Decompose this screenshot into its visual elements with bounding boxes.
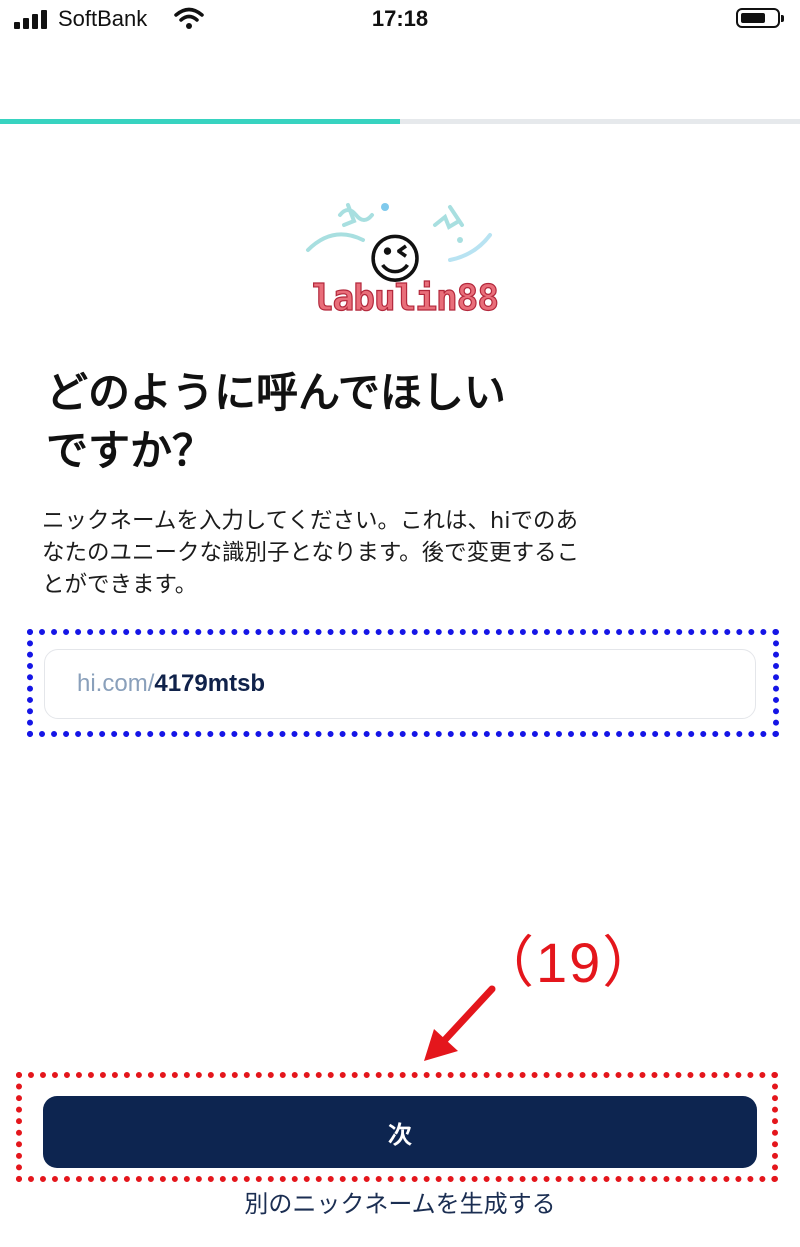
description-line3: とができます。 <box>42 572 198 598</box>
page-title-line2: ですか？ <box>46 426 215 475</box>
page-title-line1: どのように呼んでほしい <box>46 368 506 417</box>
description-line1: ニックネームを入力してください。これは、hiでのあ <box>42 508 578 534</box>
arrow-icon <box>424 985 496 1061</box>
url-prefix: hi.com/ <box>77 670 155 697</box>
next-button[interactable]: 次 <box>43 1096 757 1168</box>
page-title: どのように呼んでほしい ですか？ <box>46 364 646 480</box>
nickname-value[interactable]: 4179mtsb <box>154 670 265 698</box>
status-bar: SoftBank 17:18 <box>0 0 800 44</box>
generate-nickname-link[interactable]: 別のニックネームを生成する <box>0 1184 800 1219</box>
step-annotation-label: （19） <box>478 931 661 994</box>
clock: 17:18 <box>371 6 429 31</box>
profile-username: labulin88 <box>311 277 499 319</box>
description-line2: なたのユニークな識別子となります。後で変更するこ <box>42 540 580 566</box>
nickname-input[interactable]: hi.com/ 4179mtsb <box>44 649 756 719</box>
battery-icon <box>736 8 784 28</box>
onboarding-progress <box>0 119 800 124</box>
page-description: ニックネームを入力してください。これは、hiでのあ なたのユニークな識別子となり… <box>42 505 762 601</box>
progress-fill <box>0 119 400 124</box>
